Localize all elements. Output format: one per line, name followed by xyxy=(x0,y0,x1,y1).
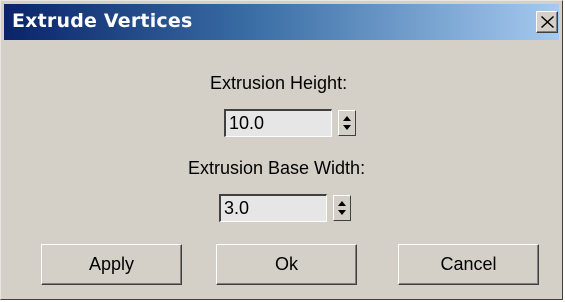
extrusion-height-spinner[interactable] xyxy=(338,110,356,136)
extrusion-height-input[interactable]: 10.0 xyxy=(224,109,332,137)
apply-button[interactable]: Apply xyxy=(41,244,182,285)
cancel-button[interactable]: Cancel xyxy=(398,244,539,285)
extrusion-height-label: Extrusion Height: xyxy=(210,73,348,93)
title-bar[interactable]: Extrude Vertices xyxy=(4,4,559,40)
ok-button[interactable]: Ok xyxy=(216,244,357,285)
close-button[interactable] xyxy=(536,11,558,33)
extrusion-base-width-input[interactable]: 3.0 xyxy=(219,194,327,222)
extrusion-base-width-label: Extrusion Base Width: xyxy=(188,158,366,178)
extrusion-base-width-spinner[interactable] xyxy=(333,195,351,221)
dialog-title: Extrude Vertices xyxy=(12,10,193,32)
dialog-window: Extrude Vertices Extrusion Height: 10.0 … xyxy=(0,0,563,300)
